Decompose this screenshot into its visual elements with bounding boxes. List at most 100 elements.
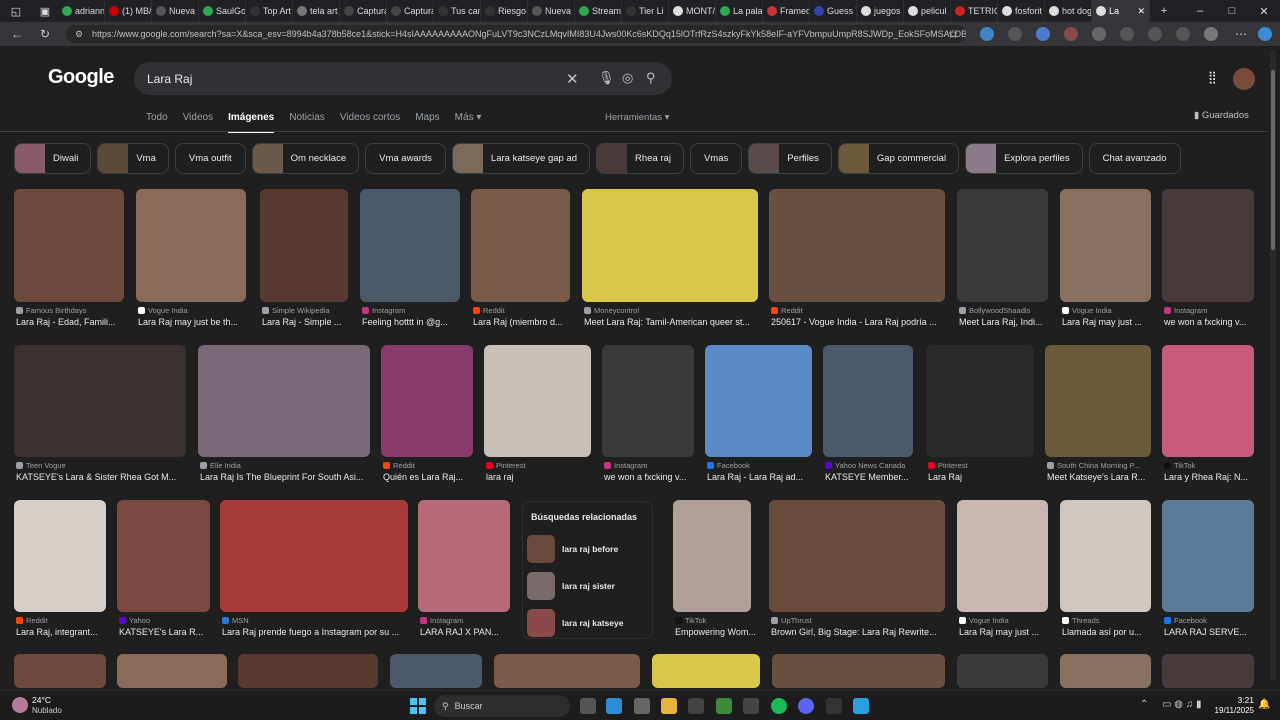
tab-videos-cortos[interactable]: Videos cortos — [340, 112, 400, 133]
filter-chip[interactable]: Explora perfiles — [965, 143, 1083, 174]
browser-tab[interactable]: Nueva — [152, 0, 199, 22]
image-result[interactable] — [673, 500, 751, 612]
image-result[interactable] — [1162, 654, 1254, 688]
windows-start-icon[interactable] — [410, 698, 426, 714]
tab-videos[interactable]: Videos — [183, 112, 213, 133]
image-source[interactable]: Moneycontrol — [584, 306, 770, 315]
spotify-icon[interactable] — [771, 698, 787, 714]
image-source[interactable]: Yahoo — [119, 616, 222, 625]
tools-button[interactable]: Herramientas ▾ — [605, 112, 669, 123]
taskbar-search[interactable]: ⚲ Buscar — [434, 695, 570, 717]
browser-tab[interactable]: Stream — [575, 0, 622, 22]
image-caption[interactable]: LARA RAJ X PAN... — [420, 627, 520, 637]
image-result[interactable] — [117, 654, 227, 688]
image-result[interactable] — [484, 345, 591, 457]
browser-tab[interactable]: MONT/ — [669, 0, 716, 22]
image-source[interactable]: Facebook — [707, 461, 824, 470]
image-result[interactable] — [14, 189, 124, 302]
discord-icon[interactable] — [798, 698, 814, 714]
image-result[interactable] — [582, 189, 758, 302]
close-tab-icon[interactable]: ✕ — [1137, 6, 1145, 17]
site-info-icon[interactable]: ⚙ — [75, 29, 83, 40]
close-window-icon[interactable]: ✕ — [1248, 0, 1280, 22]
image-result[interactable] — [1162, 189, 1254, 302]
browser-tab[interactable]: Riesgo — [481, 0, 528, 22]
image-caption[interactable]: Lara Raj may just ... — [1062, 317, 1161, 327]
image-caption[interactable]: Lara Raj (miembro d... — [473, 317, 580, 327]
clock-time[interactable]: 3:21 — [1226, 695, 1254, 705]
image-result[interactable] — [117, 500, 210, 612]
reload-icon[interactable]: ↻ — [36, 25, 54, 43]
filter-chip[interactable]: Rhea raj — [596, 143, 684, 174]
image-result[interactable] — [381, 345, 473, 457]
image-caption[interactable]: KATSEYE Member... — [825, 472, 923, 482]
related-search-item[interactable]: lara raj before — [527, 534, 650, 564]
tab-actions-icon[interactable]: ▣ — [32, 0, 58, 22]
browser-tab[interactable]: La ✕ — [1092, 0, 1150, 22]
image-result[interactable] — [360, 189, 460, 302]
browser-tab[interactable]: tela art — [293, 0, 340, 22]
filter-chip[interactable]: Om necklace — [251, 143, 360, 174]
browser-tab[interactable]: adriann — [58, 0, 105, 22]
tray-icons[interactable]: ▭ ◍ ♫ ▮ — [1162, 699, 1202, 710]
image-source[interactable]: Threads — [1062, 616, 1163, 625]
image-result[interactable] — [1045, 345, 1151, 457]
image-source[interactable]: Elle India — [200, 461, 382, 470]
related-search-item[interactable]: lara raj katseye — [527, 608, 650, 638]
image-caption[interactable]: Lara Raj — [928, 472, 1044, 482]
image-source[interactable]: Facebook — [1164, 616, 1266, 625]
image-source[interactable]: Reddit — [383, 461, 485, 470]
image-source[interactable]: Simple Wikipedia — [262, 306, 360, 315]
tab-imágenes[interactable]: Imágenes — [228, 112, 275, 133]
image-result[interactable] — [957, 189, 1048, 302]
filter-chip[interactable]: Lara katseye gap ad — [451, 143, 591, 174]
browser-tab[interactable]: Tus can — [434, 0, 481, 22]
image-result[interactable] — [418, 500, 510, 612]
image-source[interactable]: Reddit — [771, 306, 957, 315]
image-result[interactable] — [494, 654, 640, 688]
image-source[interactable]: MSN — [222, 616, 420, 625]
browser-tab[interactable]: Captura — [340, 0, 387, 22]
extension-icon[interactable] — [1008, 27, 1022, 41]
image-source[interactable]: Yahoo News Canada — [825, 461, 925, 470]
browser-tab[interactable]: La pala — [716, 0, 763, 22]
image-caption[interactable]: Empowering Wom... — [675, 627, 761, 637]
tab-más[interactable]: Más ▾ — [455, 112, 482, 133]
notification-icon[interactable]: 🔔 — [1258, 699, 1270, 710]
image-source[interactable]: Famous Birthdays — [16, 306, 136, 315]
more-options-icon[interactable]: ⋯ — [1232, 25, 1250, 43]
image-caption[interactable]: Lara y Rhea Raj: N... — [1164, 472, 1264, 482]
lens-icon[interactable]: ◎ — [622, 70, 633, 86]
image-result[interactable] — [390, 654, 482, 688]
image-result[interactable] — [1162, 345, 1254, 457]
back-icon[interactable]: ← — [8, 25, 26, 43]
image-source[interactable]: Instagram — [604, 461, 706, 470]
image-result[interactable] — [957, 654, 1048, 688]
image-result[interactable] — [471, 189, 570, 302]
extension-icon[interactable] — [1064, 27, 1078, 41]
extension-icon[interactable] — [980, 27, 994, 41]
file-explorer-icon[interactable] — [661, 698, 677, 714]
maximize-icon[interactable]: □ — [1216, 0, 1248, 22]
image-caption[interactable]: we won a fxcking v... — [604, 472, 704, 482]
minimize-icon[interactable]: – — [1184, 0, 1216, 22]
image-result[interactable] — [602, 345, 694, 457]
filter-chip[interactable]: Gap commercial — [837, 143, 960, 174]
image-result[interactable] — [823, 345, 913, 457]
apps-grid-icon[interactable]: ⣿ — [1208, 70, 1222, 84]
clear-icon[interactable]: ✕ — [566, 70, 579, 88]
scrollbar-thumb[interactable] — [1271, 70, 1275, 250]
filter-chip[interactable]: Vmas — [689, 143, 743, 174]
clock-date[interactable]: 19/11/2025 — [1204, 706, 1254, 715]
image-caption[interactable]: Brown Girl, Big Stage: Lara Raj Rewrite.… — [771, 627, 955, 637]
filter-chip[interactable]: Diwali — [14, 143, 92, 174]
image-caption[interactable]: Lara Raj - Lara Raj ad... — [707, 472, 822, 482]
favorites-icon[interactable] — [1148, 27, 1162, 41]
copilot-icon[interactable] — [1258, 27, 1272, 41]
image-caption[interactable]: KATSEYE's Lara & Sister Rhea Got M... — [16, 472, 196, 482]
image-result[interactable] — [1060, 189, 1151, 302]
image-source[interactable]: Pinterest — [486, 461, 603, 470]
image-caption[interactable]: Lara Raj - Simple ... — [262, 317, 358, 327]
image-result[interactable] — [1060, 654, 1151, 688]
browser-tab[interactable]: TETRIO — [951, 0, 998, 22]
